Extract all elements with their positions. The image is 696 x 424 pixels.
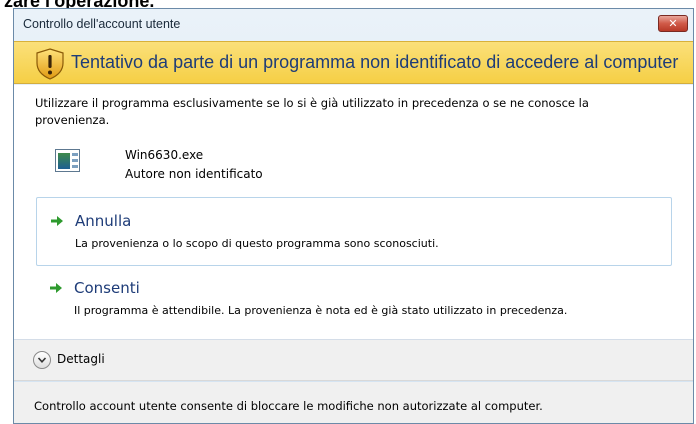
- details-bar: Dettagli: [14, 340, 693, 381]
- dialog-content: Utilizzare il programma esclusivamente s…: [14, 85, 693, 340]
- close-icon: ✕: [668, 17, 678, 30]
- footer: Controllo account utente consente di blo…: [14, 382, 693, 423]
- green-arrow-icon: [50, 283, 62, 293]
- details-label[interactable]: Dettagli: [57, 352, 105, 366]
- uac-dialog: Controllo dell'account utente ✕ Tentativ…: [13, 8, 694, 424]
- title-bar: Controllo dell'account utente ✕: [14, 9, 693, 41]
- window-title: Controllo dell'account utente: [23, 17, 181, 31]
- warning-banner: Tentativo da parte di un programma non i…: [14, 41, 693, 84]
- chevron-down-circle-icon: [37, 357, 47, 363]
- option-label: Consenti: [74, 279, 140, 297]
- allow-option[interactable]: Consenti Il programma è attendibile. La …: [36, 265, 672, 334]
- details-toggle-button[interactable]: [33, 351, 51, 369]
- program-name: Win6630.exe: [125, 148, 204, 162]
- footer-text: Controllo account utente consente di blo…: [34, 399, 543, 413]
- green-arrow-icon: [51, 216, 63, 226]
- cancel-option[interactable]: Annulla La provenienza o lo scopo di que…: [36, 197, 672, 266]
- program-publisher: Autore non identificato: [125, 167, 263, 181]
- shield-warning-icon: [36, 48, 64, 80]
- description-text: Utilizzare il programma esclusivamente s…: [35, 96, 589, 127]
- option-description: La provenienza o lo scopo di questo prog…: [75, 237, 439, 250]
- banner-title: Tentativo da parte di un programma non i…: [71, 52, 679, 72]
- option-label: Annulla: [75, 212, 132, 230]
- close-button[interactable]: ✕: [658, 15, 688, 32]
- program-window-icon: [55, 149, 80, 172]
- option-description: Il programma è attendibile. La provenien…: [74, 304, 568, 317]
